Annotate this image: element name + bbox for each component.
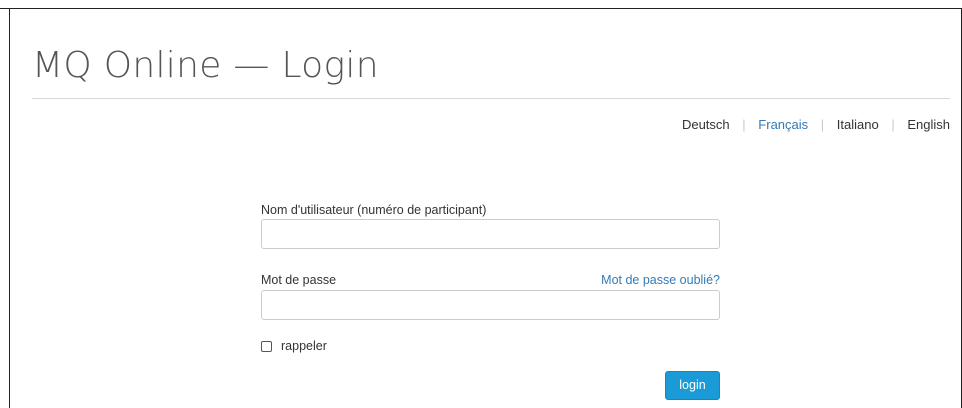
language-link-francais[interactable]: Français (758, 117, 808, 132)
username-input[interactable] (261, 219, 720, 249)
page-frame: MQ Online — Login Deutsch | Français | I… (0, 0, 962, 408)
forgot-password-link[interactable]: Mot de passe oublié? (601, 271, 720, 289)
language-switcher: Deutsch | Français | Italiano | English (682, 115, 950, 135)
login-button[interactable]: login (665, 371, 720, 400)
username-label: Nom d'utilisateur (numéro de participant… (261, 203, 487, 217)
page-title: MQ Online — Login (32, 45, 379, 86)
remember-me[interactable]: rappeler (261, 337, 327, 355)
title-divider (32, 98, 950, 99)
language-link-italiano[interactable]: Italiano (837, 117, 879, 132)
language-link-english[interactable]: English (907, 117, 950, 132)
language-separator: | (891, 117, 895, 132)
language-link-deutsch[interactable]: Deutsch (682, 117, 730, 132)
language-separator: | (742, 117, 746, 132)
remember-label: rappeler (281, 339, 327, 353)
frame-top-border (0, 8, 962, 9)
password-label: Mot de passe (261, 273, 337, 287)
language-separator: | (820, 117, 825, 132)
frame-left-border (9, 8, 10, 408)
password-input[interactable] (261, 290, 720, 320)
remember-checkbox[interactable] (261, 340, 272, 352)
